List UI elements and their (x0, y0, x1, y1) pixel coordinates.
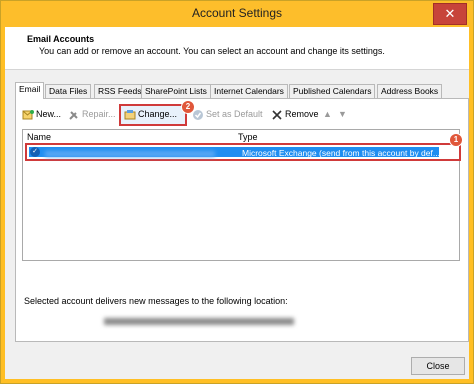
tab-published-calendars[interactable]: Published Calendars (289, 84, 376, 98)
accounts-list: Name Type ✓ Microsoft Exchange (send fro… (22, 129, 463, 261)
remove-x-icon (271, 109, 283, 121)
arrow-down-icon: ▼ (338, 109, 347, 119)
header-area: Email Accounts You can add or remove an … (5, 27, 469, 70)
window-title: Account Settings (191, 6, 283, 20)
redacted-delivery-location (104, 318, 294, 325)
window-close-button[interactable]: ✕ (433, 3, 467, 25)
change-account-icon (124, 109, 136, 121)
email-tab-panel: New... Repair... Change... 2 Set as Defa… (15, 98, 469, 342)
tab-rss-feeds[interactable]: RSS Feeds (94, 84, 146, 98)
move-up-button[interactable]: ▲ (323, 107, 332, 121)
new-account-icon (22, 109, 34, 121)
change-button-label: Change... (138, 109, 178, 119)
account-settings-window: Account Settings ✕ Email Accounts You ca… (0, 0, 474, 384)
delivery-location-label: Selected account delivers new messages t… (24, 296, 288, 306)
section-description: You can add or remove an account. You ca… (39, 46, 385, 56)
column-header-name[interactable]: Name (27, 132, 51, 142)
tools-icon (68, 109, 80, 121)
default-account-check-icon: ✓ (30, 147, 40, 157)
column-header-type[interactable]: Type (238, 132, 258, 142)
accounts-toolbar: New... Repair... Change... 2 Set as Defa… (20, 100, 460, 126)
remove-button-label: Remove (285, 109, 319, 119)
set-default-label: Set as Default (206, 109, 263, 119)
section-title: Email Accounts (27, 34, 95, 44)
account-row-highlight[interactable]: ✓ Microsoft Exchange (send from this acc… (25, 143, 461, 161)
repair-button-label: Repair... (82, 109, 116, 119)
step-badge-1: 1 (449, 133, 463, 147)
checkmark-circle-icon (192, 109, 204, 121)
new-button[interactable]: New... (22, 107, 61, 121)
tab-strip: Email Data Files RSS Feeds SharePoint Li… (15, 82, 467, 99)
change-button[interactable]: Change... (124, 107, 177, 121)
dialog-client-area: Email Accounts You can add or remove an … (5, 27, 469, 379)
table-row[interactable]: ✓ Microsoft Exchange (send from this acc… (29, 147, 440, 158)
move-down-button[interactable]: ▼ (338, 107, 347, 121)
remove-button[interactable]: Remove (271, 107, 319, 121)
close-button[interactable]: Close (411, 357, 465, 375)
redacted-account-name (45, 151, 215, 157)
title-bar: Account Settings ✕ (1, 1, 473, 27)
tab-internet-calendars[interactable]: Internet Calendars (210, 84, 288, 98)
new-button-label: New... (36, 109, 62, 119)
tab-sharepoint-lists[interactable]: SharePoint Lists (141, 84, 211, 98)
tab-address-books[interactable]: Address Books (377, 84, 443, 98)
tab-email[interactable]: Email (15, 82, 45, 99)
account-type: Microsoft Exchange (send from this accou… (242, 148, 440, 158)
arrow-up-icon: ▲ (323, 109, 332, 119)
set-default-button[interactable]: Set as Default (192, 107, 263, 121)
tab-data-files[interactable]: Data Files (45, 84, 92, 98)
repair-button[interactable]: Repair... (68, 107, 116, 121)
